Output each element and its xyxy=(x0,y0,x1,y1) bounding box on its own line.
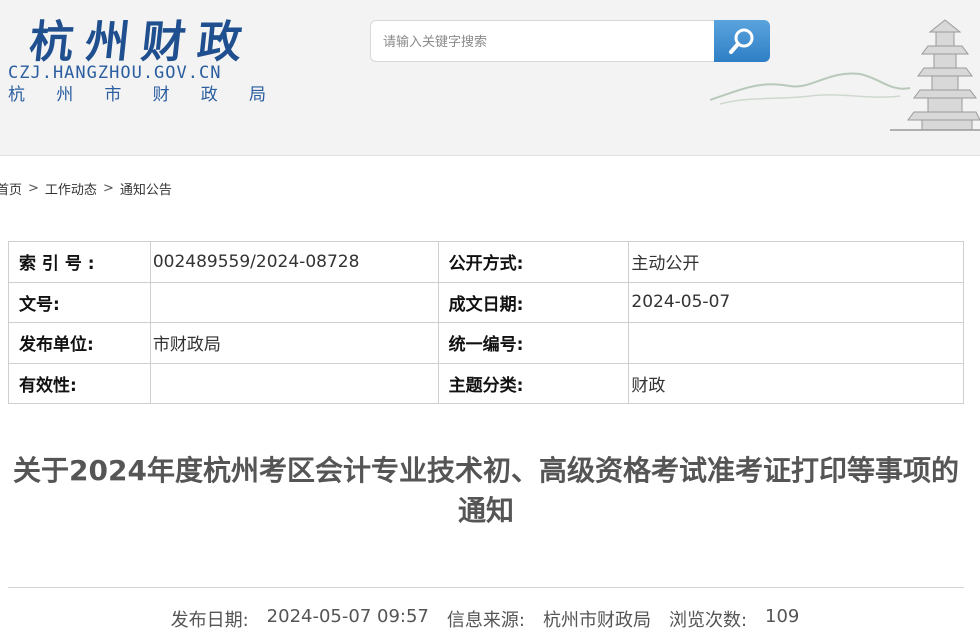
site-header: 杭州财政 CZJ.HANGZHOU.GOV.CN 杭 州 市 财 政 局 xyxy=(0,0,980,156)
written-date-label: 成文日期: xyxy=(437,281,630,323)
document-number-label: 文号: xyxy=(8,281,151,323)
validity-value xyxy=(149,362,439,404)
info-source-label: 信息来源: xyxy=(446,610,525,631)
index-number-value: 002489559/2024-08728 xyxy=(149,241,439,283)
breadcrumb-separator: > xyxy=(102,181,114,196)
index-number-label: 索 引 号 : xyxy=(8,241,151,283)
logo-sub-char: 杭 xyxy=(8,85,25,105)
document-metadata-table: 索 引 号 : 002489559/2024-08728 公开方式: 主动公开 … xyxy=(8,241,964,404)
disclosure-method-label: 公开方式: xyxy=(437,241,630,283)
pagoda-landscape-decoration xyxy=(710,19,980,131)
subject-category-label: 主题分类: xyxy=(437,362,630,404)
view-count-label: 浏览次数: xyxy=(668,610,748,631)
subject-category-value: 财政 xyxy=(628,362,964,404)
publish-date: 发布日期: 2024-05-07 09:57 xyxy=(171,606,429,632)
breadcrumb: 首页 > 工作动态 > 通知公告 xyxy=(0,179,172,198)
validity-label: 有效性: xyxy=(8,362,151,404)
logo-sub-char: 政 xyxy=(200,85,218,105)
article-title: 关于2024年度杭州考区会计专业技术初、高级资格考试准考证打印等事项的通知 xyxy=(13,454,959,527)
table-row: 发布单位: 市财政局 统一编号: xyxy=(8,322,964,364)
logo-sub-char: 市 xyxy=(104,85,122,105)
disclosure-method-value: 主动公开 xyxy=(628,241,964,283)
document-number-value xyxy=(149,281,439,323)
table-row: 文号: 成文日期: 2024-05-07 xyxy=(8,281,964,323)
unified-number-label: 统一编号: xyxy=(437,322,630,364)
table-row: 索 引 号 : 002489559/2024-08728 公开方式: 主动公开 xyxy=(8,241,964,283)
breadcrumb-home-link[interactable]: 首页 xyxy=(0,179,22,198)
site-logo-subtitle: 杭 州 市 财 政 局 xyxy=(8,80,266,105)
logo-sub-char: 局 xyxy=(248,85,266,105)
issuing-unit-value: 市财政局 xyxy=(149,322,439,364)
site-logo-chinese[interactable]: 杭州财政 xyxy=(27,6,258,70)
info-source: 信息来源: 杭州市财政局 xyxy=(447,606,651,632)
publish-date-value: 2024-05-07 09:57 xyxy=(266,606,429,627)
breadcrumb-separator: > xyxy=(28,181,39,196)
issuing-unit-label: 发布单位: xyxy=(8,322,151,364)
table-row: 有效性: 主题分类: 财政 xyxy=(8,362,964,404)
unified-number-value xyxy=(628,322,964,364)
view-count: 浏览次数: 109 xyxy=(669,606,799,632)
search-input[interactable] xyxy=(370,20,716,62)
breadcrumb-work-news-link[interactable]: 工作动态 xyxy=(45,179,97,198)
logo-sub-char: 州 xyxy=(56,85,74,105)
info-source-value: 杭州市财政局 xyxy=(542,610,651,631)
logo-sub-char: 财 xyxy=(152,85,170,105)
view-count-value: 109 xyxy=(765,606,800,627)
article-info-bar: 发布日期: 2024-05-07 09:57 信息来源: 杭州市财政局 浏览次数… xyxy=(0,606,970,632)
divider xyxy=(8,587,964,588)
publish-date-label: 发布日期: xyxy=(170,610,249,631)
written-date-value: 2024-05-07 xyxy=(628,281,964,323)
breadcrumb-notices-link[interactable]: 通知公告 xyxy=(120,179,172,198)
